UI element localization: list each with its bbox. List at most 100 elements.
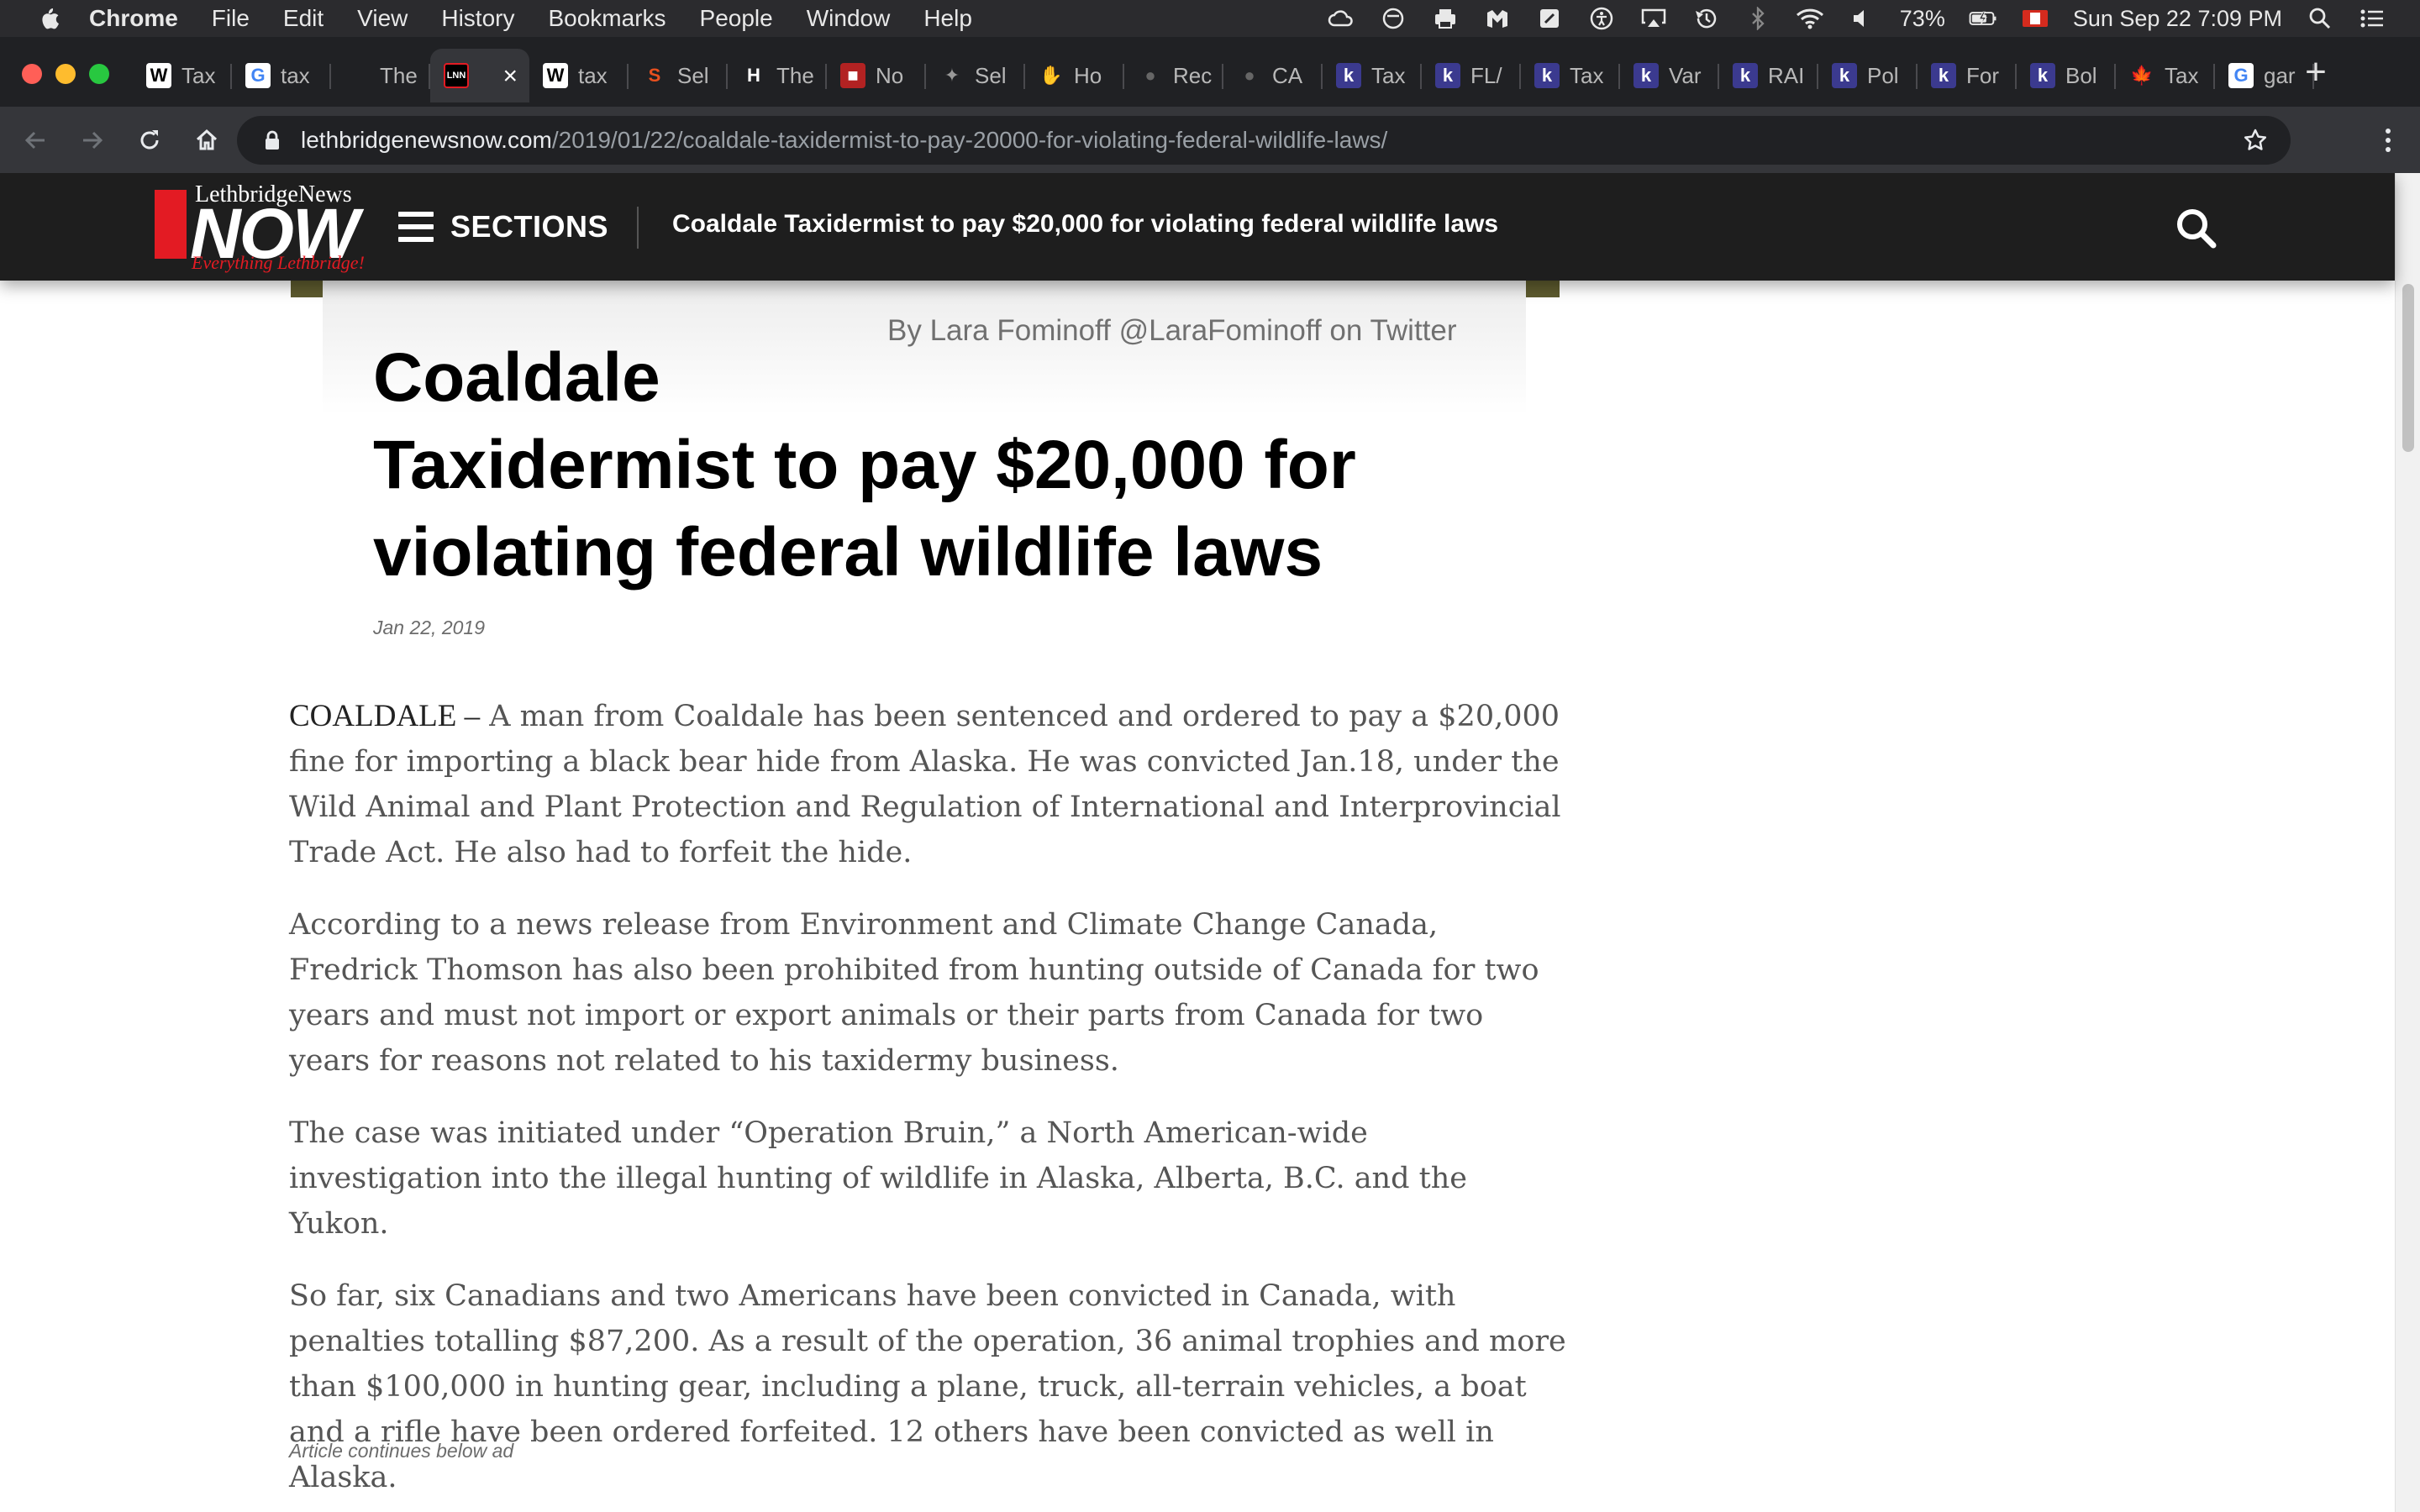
- wifi-icon[interactable]: [1796, 6, 1824, 31]
- tab-title: Var: [1669, 62, 1702, 88]
- window-close-button[interactable]: [22, 64, 42, 84]
- browser-tab[interactable]: ✦ Sel: [926, 49, 1025, 102]
- logo-tagline: Everything Lethbridge!: [192, 252, 365, 273]
- browser-tab[interactable]: Gtax: [232, 49, 331, 102]
- browser-tab[interactable]: ● CA: [1223, 49, 1323, 102]
- header-article-title: Coaldale Taxidermist to pay $20,000 for …: [672, 210, 1499, 238]
- macos-menu-bar: Chrome File Edit View History Bookmarks …: [0, 0, 2420, 37]
- tab-favicon-icon: k: [1832, 63, 1857, 88]
- browser-tab[interactable]: k Tax: [1323, 49, 1422, 102]
- browser-tab[interactable]: Wtax: [529, 49, 629, 102]
- browser-tab[interactable]: k For: [1918, 49, 2017, 102]
- tab-list: W Tax Gtax The LNN × Wtax S Sel H The ■ No ✦ Sel ✋ Ho ● Re…: [133, 49, 2314, 102]
- browser-tab[interactable]: k Bol: [2017, 49, 2116, 102]
- apple-menu-icon[interactable]: [34, 3, 64, 34]
- tab-title: Ho: [1074, 62, 1102, 88]
- browser-tab[interactable]: S Sel: [629, 49, 728, 102]
- browser-tab[interactable]: k Tax: [1521, 49, 1620, 102]
- volume-icon[interactable]: [1848, 6, 1876, 31]
- browser-tab[interactable]: k FL/: [1422, 49, 1521, 102]
- sections-menu-button[interactable]: SECTIONS: [398, 203, 608, 250]
- home-button[interactable]: [182, 115, 232, 165]
- ad-notice: Article continues below ad: [289, 1440, 514, 1462]
- tab-title: Tax: [182, 62, 216, 88]
- spotlight-search-icon[interactable]: [2306, 6, 2334, 31]
- browser-tab[interactable]: H The: [728, 49, 827, 102]
- do-not-disturb-icon[interactable]: [1379, 6, 1407, 31]
- page-scrollbar[interactable]: [2395, 173, 2420, 1512]
- battery-percent: 73%: [1899, 5, 1945, 31]
- site-header: LethbridgeNews NOW Everything Lethbridge…: [0, 173, 2395, 281]
- tab-title: Tax: [2165, 62, 2199, 88]
- browser-toolbar: lethbridgenewsnow.com/2019/01/22/coaldal…: [0, 108, 2420, 173]
- tab-title: No: [876, 62, 904, 88]
- tab-title: The: [776, 62, 814, 88]
- tab-favicon-icon: H: [747, 65, 760, 86]
- menu-file[interactable]: File: [212, 5, 250, 32]
- tab-favicon-icon: 🍁: [2130, 65, 2154, 86]
- tab-favicon-icon: ✦: [944, 65, 960, 86]
- browser-tab[interactable]: W Tax: [133, 49, 232, 102]
- site-search-icon[interactable]: [2173, 205, 2220, 252]
- url-domain: lethbridgenewsnow.com: [301, 127, 552, 153]
- browser-tab[interactable]: The: [331, 49, 430, 102]
- menu-history[interactable]: History: [441, 5, 514, 32]
- printer-icon[interactable]: [1431, 6, 1460, 31]
- window-zoom-button[interactable]: [89, 64, 109, 84]
- window-minimize-button[interactable]: [55, 64, 76, 84]
- browser-tab[interactable]: ✋ Ho: [1025, 49, 1124, 102]
- tab-favicon-icon: G: [2228, 63, 2254, 88]
- clock[interactable]: Sun Sep 22 7:09 PM: [2073, 6, 2282, 32]
- menu-edit[interactable]: Edit: [283, 5, 324, 32]
- bookmark-star-icon[interactable]: [2238, 123, 2272, 157]
- browser-tab[interactable]: k Pol: [1818, 49, 1918, 102]
- hamburger-menu-icon: [398, 212, 434, 242]
- accessibility-icon[interactable]: [1587, 6, 1616, 31]
- tab-active[interactable]: LNN ×: [430, 49, 529, 102]
- forward-button[interactable]: [67, 115, 118, 165]
- airplay-icon[interactable]: [1639, 6, 1668, 31]
- tab-favicon-icon: k: [1733, 63, 1758, 88]
- url-text[interactable]: lethbridgenewsnow.com/2019/01/22/coaldal…: [301, 127, 1387, 154]
- bluetooth-icon[interactable]: [1744, 6, 1772, 31]
- reload-button[interactable]: [124, 115, 175, 165]
- cloud-sync-icon[interactable]: [1327, 6, 1355, 31]
- menu-bookmarks[interactable]: Bookmarks: [548, 5, 666, 32]
- time-machine-icon[interactable]: [1691, 6, 1720, 31]
- browser-tab[interactable]: k Var: [1620, 49, 1719, 102]
- battery-charging-icon[interactable]: [1969, 6, 1997, 31]
- scrollbar-thumb[interactable]: [2402, 284, 2414, 452]
- menu-help[interactable]: Help: [923, 5, 972, 32]
- browser-tab[interactable]: k RAI: [1719, 49, 1818, 102]
- headline-line-2: Taxidermist to pay $20,000 for: [373, 427, 1356, 503]
- tab-close-icon[interactable]: ×: [502, 62, 518, 91]
- malwarebytes-icon[interactable]: [1483, 6, 1512, 31]
- browser-tab[interactable]: ● Rec: [1124, 49, 1223, 102]
- menu-view[interactable]: View: [357, 5, 408, 32]
- browser-tab-strip: W Tax Gtax The LNN × Wtax S Sel H The ■ No ✦ Sel ✋ Ho ● Re…: [0, 37, 2420, 108]
- header-divider: [637, 207, 639, 249]
- menu-people[interactable]: People: [700, 5, 773, 32]
- tab-favicon-icon: W: [543, 63, 568, 88]
- site-logo[interactable]: LethbridgeNews NOW Everything Lethbridge…: [155, 180, 365, 274]
- menu-chrome[interactable]: Chrome: [89, 5, 178, 32]
- article-paragraph: COALDALE – A man from Coaldale has been …: [289, 694, 1566, 875]
- notification-center-icon[interactable]: [2358, 6, 2386, 31]
- browser-tab[interactable]: 🍁 Tax: [2116, 49, 2215, 102]
- input-source-canada-flag-icon[interactable]: [2021, 6, 2049, 31]
- menu-window[interactable]: Window: [807, 5, 891, 32]
- tab-title: CA: [1272, 62, 1303, 88]
- address-bar[interactable]: lethbridgenewsnow.com/2019/01/22/coaldal…: [237, 116, 2291, 165]
- lock-icon[interactable]: [255, 123, 289, 157]
- url-path: /2019/01/22/coaldale-taxidermist-to-pay-…: [551, 127, 1388, 153]
- logo-red-bar: [155, 190, 187, 259]
- tab-favicon-icon: k: [1336, 63, 1361, 88]
- pen-tablet-icon[interactable]: [1535, 6, 1564, 31]
- headline-line-1: Coaldale: [373, 339, 660, 416]
- back-button[interactable]: [10, 115, 60, 165]
- new-tab-button[interactable]: +: [2297, 54, 2334, 92]
- chrome-menu-icon[interactable]: [2371, 119, 2405, 161]
- tab-title: FL/: [1470, 62, 1502, 88]
- tab-title: For: [1966, 62, 1999, 88]
- browser-tab[interactable]: ■ No: [827, 49, 926, 102]
